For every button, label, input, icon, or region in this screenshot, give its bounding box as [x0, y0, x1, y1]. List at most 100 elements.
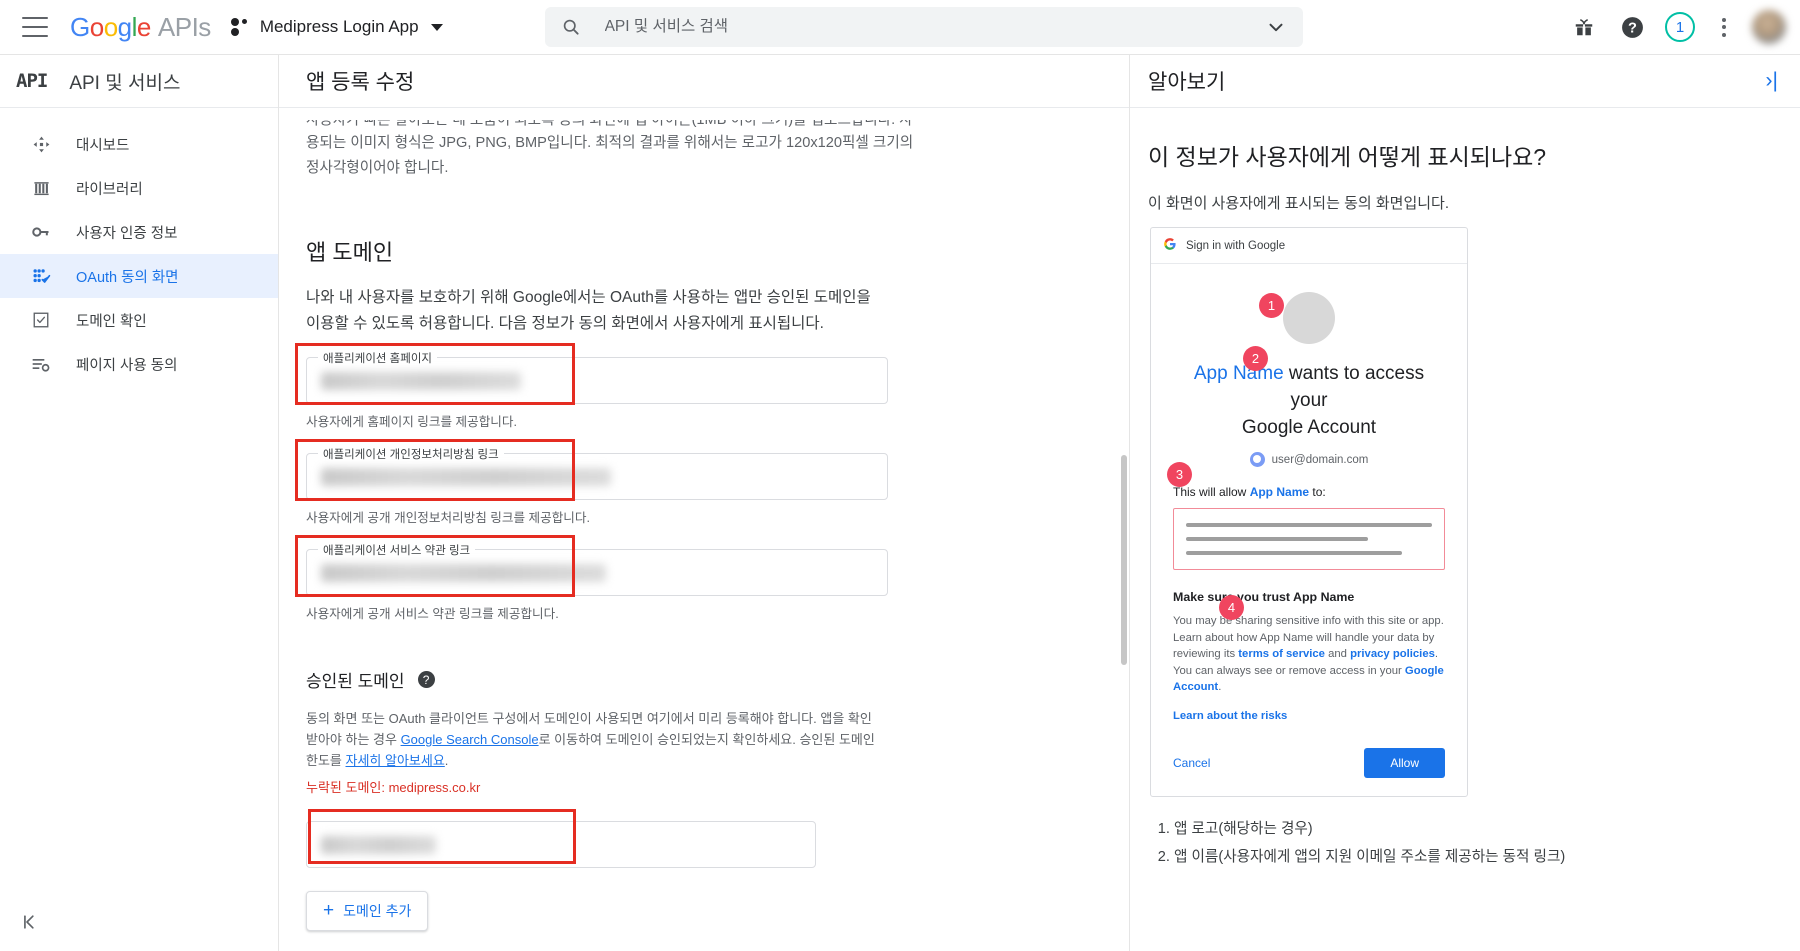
add-domain-button[interactable]: + 도메인 추가: [306, 891, 429, 931]
library-icon: [30, 177, 52, 199]
learn-more-link[interactable]: 자세히 알아보세요: [346, 753, 445, 768]
sidebar-item-label: 라이브러리: [76, 181, 143, 198]
logo-help-text-cut-line: 사용자가 빠른 알아보는 데 도움이 되도록 동의 화면에 앱 아이콘(1MB …: [306, 120, 913, 128]
sidebar-title: API 및 서비스: [69, 72, 181, 94]
sidebar-item-credentials[interactable]: 사용자 인증 정보: [0, 210, 278, 254]
api-logo: API: [16, 70, 48, 92]
dashboard-icon: [30, 133, 52, 155]
sidebar-item-label: OAuth 동의 화면: [76, 269, 179, 286]
content-body: 사용자가 빠른 알아보는 데 도움이 되도록 동의 화면에 앱 아이콘(1MB …: [279, 120, 1129, 931]
content-header: 앱 등록 수정: [279, 55, 1129, 108]
search-box[interactable]: [544, 7, 1303, 47]
preview-allow-prefix: This will allow: [1173, 485, 1250, 499]
approved-domains-description: 동의 화면 또는 OAuth 클라이언트 구성에서 도메인이 사용되면 여기에서…: [306, 708, 881, 771]
preview-allow-button: Allow: [1364, 747, 1445, 778]
more-vert-icon[interactable]: [1704, 5, 1744, 49]
application-homepage-value-redacted: [321, 372, 521, 390]
help-icon[interactable]: ?: [1608, 3, 1656, 51]
application-homepage-label: 애플리케이션 홈페이지: [318, 350, 437, 366]
application-homepage-helper: 사용자에게 홈페이지 링크를 제공합니다.: [306, 415, 517, 429]
sidebar-item-page-consent[interactable]: 페이지 사용 동의: [0, 342, 278, 386]
page-body: API API 및 서비스 대시보드 라이브러리 사용자 인증 정보 OAuth…: [0, 55, 1800, 951]
sidebar-item-oauth-consent[interactable]: OAuth 동의 화면: [0, 254, 278, 298]
svg-text:?: ?: [1628, 20, 1637, 36]
preview-body-part4: .: [1218, 681, 1222, 693]
preview-privacy-link: privacy policies: [1350, 648, 1435, 660]
project-selector[interactable]: Medipress Login App: [230, 17, 443, 37]
list-item: 앱 이름(사용자에게 앱의 지원 이메일 주소를 제공하는 동적 링크): [1174, 845, 1778, 869]
application-tos-field-group: 애플리케이션 서비스 약관 링크 사용자에게 공개 서비스 약관 링크를 제공합…: [295, 535, 1129, 622]
preview-trust-title: Make sure you trust App Name: [1173, 590, 1355, 604]
learn-more-header: 알아보기 ›|: [1130, 55, 1800, 108]
application-tos-helper: 사용자에게 공개 서비스 약관 링크를 제공합니다.: [306, 607, 559, 621]
application-homepage-field-group: 애플리케이션 홈페이지 사용자에게 홈페이지 링크를 제공합니다.: [295, 343, 1129, 430]
preview-header-label: Sign in with Google: [1186, 239, 1286, 252]
learn-more-body: 이 정보가 사용자에게 어떻게 표시되나요? 이 화면이 사용자에게 표시되는 …: [1130, 108, 1800, 869]
notification-count: 1: [1665, 12, 1695, 42]
left-sidebar: API API 및 서비스 대시보드 라이브러리 사용자 인증 정보 OAuth…: [0, 55, 279, 951]
sidebar-item-domain-verification[interactable]: 도메인 확인: [0, 298, 278, 342]
google-search-console-link[interactable]: Google Search Console: [401, 732, 539, 747]
page-title: 앱 등록 수정: [306, 71, 415, 94]
learn-more-heading: 이 정보가 사용자에게 어떻게 표시되나요?: [1148, 144, 1547, 170]
google-cloud-console-page: Google APIs Medipress Login App API 및 서비…: [0, 0, 1800, 951]
application-privacy-label: 애플리케이션 개인정보처리방침 링크: [318, 446, 504, 462]
help-circle-icon[interactable]: ?: [417, 671, 435, 688]
approved-domains-heading-row: 승인된 도메인 ?: [306, 667, 1129, 692]
plus-icon: +: [323, 900, 335, 921]
application-tos-label: 애플리케이션 서비스 약관 링크: [318, 542, 476, 558]
notifications-badge[interactable]: 1: [1656, 3, 1704, 51]
preview-allow-app-name: App Name: [1249, 485, 1310, 499]
preview-scope-bar: [1186, 523, 1432, 527]
application-tos-input[interactable]: 애플리케이션 서비스 약관 링크: [306, 542, 888, 596]
preview-account-avatar-icon: [1249, 452, 1265, 467]
approved-domain-value-redacted: [321, 836, 436, 854]
project-name: Medipress Login App: [259, 17, 419, 36]
collapse-sidebar-icon[interactable]: [22, 912, 42, 937]
gift-icon[interactable]: [1560, 3, 1608, 51]
sidebar-header: API API 및 서비스: [0, 55, 278, 108]
annotation-marker-1: 1: [1259, 293, 1284, 318]
application-homepage-input[interactable]: 애플리케이션 홈페이지: [306, 350, 888, 404]
content-scrollbar[interactable]: [1121, 455, 1127, 665]
sidebar-item-label: 대시보드: [76, 137, 130, 154]
app-domain-heading: 앱 도메인: [306, 240, 394, 265]
preview-content: App Name wants to access your Google Acc…: [1151, 264, 1467, 796]
approved-domain-input[interactable]: [306, 821, 816, 868]
preview-terms-link: terms of service: [1238, 648, 1325, 660]
preview-header: Sign in with Google: [1151, 228, 1467, 264]
logo-help-text-line2: 용되는 이미지 형식은 JPG, PNG, BMP입니다. 최적의 결과를 위해…: [306, 135, 914, 151]
sidebar-item-label: 도메인 확인: [76, 313, 147, 330]
hamburger-menu-icon[interactable]: [22, 17, 48, 37]
search-chevron-down-icon[interactable]: [1265, 16, 1287, 38]
sidebar-item-library[interactable]: 라이브러리: [0, 166, 278, 210]
google-apis-logo: Google APIs: [70, 12, 211, 43]
sidebar-item-dashboard[interactable]: 대시보드: [0, 122, 278, 166]
account-avatar[interactable]: [1752, 10, 1786, 44]
annotation-marker-3: 3: [1167, 462, 1192, 487]
preview-body-part2: and: [1324, 648, 1351, 660]
top-bar-actions: ? 1: [1560, 3, 1800, 51]
preview-body-text: You may be sharing sensitive info with t…: [1173, 613, 1445, 696]
application-privacy-helper: 사용자에게 공개 개인정보처리방침 링크를 제공합니다.: [306, 511, 590, 525]
key-icon: [30, 221, 52, 243]
main-content: 앱 등록 수정 사용자가 빠른 알아보는 데 도움이 되도록 동의 화면에 앱 …: [279, 55, 1129, 951]
collapse-right-panel-icon[interactable]: ›|: [1766, 69, 1778, 93]
search-input[interactable]: [602, 17, 1265, 37]
annotation-marker-4: 4: [1219, 595, 1244, 620]
oauth-consent-icon: [30, 265, 52, 287]
preview-scopes-box: [1173, 508, 1445, 570]
apis-wordmark: APIs: [157, 11, 211, 42]
preview-app-name: App Name: [1193, 363, 1284, 384]
application-privacy-value-redacted: [321, 468, 611, 486]
preview-account-email: user@domain.com: [1271, 453, 1369, 466]
learn-more-lead: 이 화면이 사용자에게 표시되는 동의 화면입니다.: [1148, 195, 1450, 212]
chevron-down-icon: [430, 23, 443, 31]
preview-app-logo-placeholder: [1283, 292, 1335, 344]
application-privacy-input[interactable]: 애플리케이션 개인정보처리방침 링크: [306, 446, 888, 500]
preview-scope-bar: [1186, 537, 1369, 541]
application-privacy-field-group: 애플리케이션 개인정보처리방침 링크 사용자에게 공개 개인정보처리방침 링크를…: [295, 439, 1129, 526]
preview-notes-list: 앱 로고(해당하는 경우) 앱 이름(사용자에게 앱의 지원 이메일 주소를 제…: [1148, 817, 1778, 869]
page-consent-icon: [30, 353, 52, 375]
logo-help-text: 사용자가 빠른 알아보는 데 도움이 되도록 동의 화면에 앱 아이콘(1MB …: [306, 120, 926, 181]
